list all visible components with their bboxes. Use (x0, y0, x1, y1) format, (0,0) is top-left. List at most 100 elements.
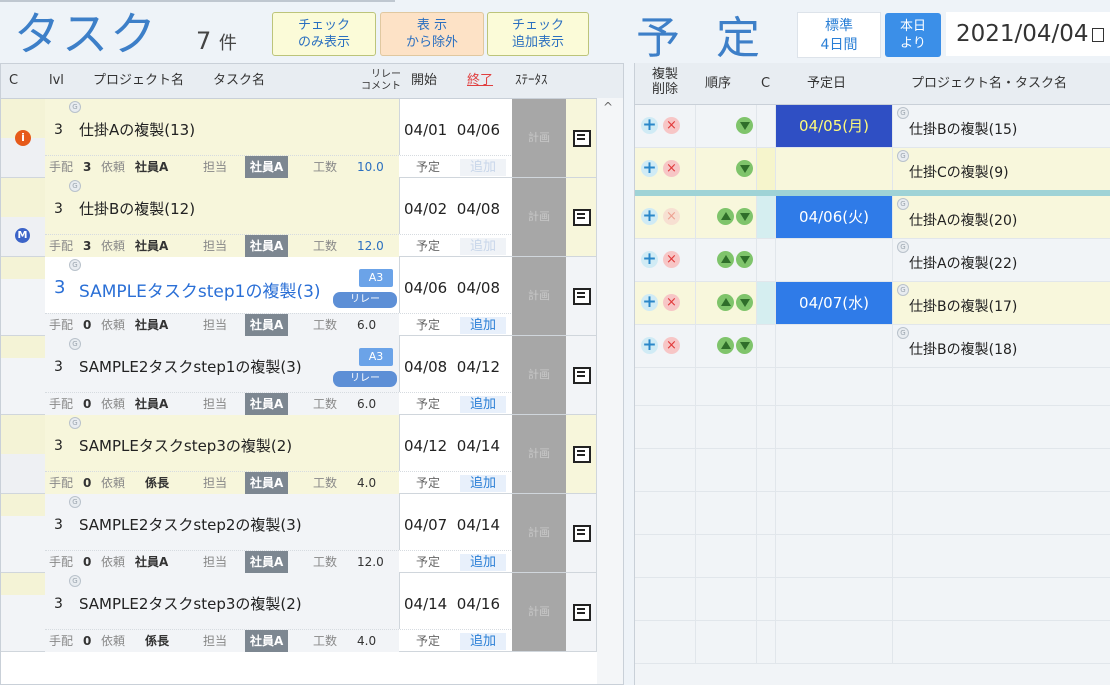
move-down-icon[interactable] (736, 251, 753, 268)
schedule-task-name[interactable]: 仕掛Cの複製(9) (909, 162, 1009, 182)
task-main-cell[interactable]: G 3 SAMPLE2タスクstep2の複製(3) (45, 494, 400, 550)
move-down-icon[interactable] (736, 160, 753, 177)
task-row[interactable]: G 3 SAMPLE2タスクstep3の複製(2) 手配 0 依頼 係長 担当 … (1, 573, 623, 652)
delete-x-icon[interactable]: × (663, 160, 680, 177)
name-cell[interactable]: G 仕掛Aの複製(22) (893, 239, 1110, 281)
delete-x-icon[interactable]: × (663, 251, 680, 268)
move-down-icon[interactable] (736, 117, 753, 134)
task-main-cell[interactable]: G 3 SAMPLEタスクstep1の複製(3) A3 リレー (45, 257, 400, 313)
delete-x-icon[interactable]: × (663, 337, 680, 354)
task-name[interactable]: SAMPLE2タスクstep1の複製(3) (79, 356, 302, 377)
task-main-cell[interactable]: G 3 SAMPLE2タスクstep3の複製(2) (45, 573, 400, 629)
col-end[interactable]: 終了 (467, 64, 493, 98)
standard-4days-button[interactable]: 標準 4日間 (797, 12, 881, 58)
check-cell[interactable] (757, 196, 776, 238)
task-name[interactable]: SAMPLE2タスクstep3の複製(2) (79, 593, 302, 614)
schedule-task-name[interactable]: 仕掛Bの複製(18) (909, 339, 1017, 359)
schedule-row[interactable]: + × G 仕掛Cの複製(9) (635, 148, 1110, 196)
move-down-icon[interactable] (736, 337, 753, 354)
relay-badge[interactable]: リレー (333, 292, 397, 308)
exclude-from-display-button[interactable]: 表 示から除外 (380, 12, 484, 56)
memo-cell[interactable] (566, 257, 597, 335)
move-up-icon[interactable] (717, 208, 734, 225)
schedule-task-name[interactable]: 仕掛Aの複製(20) (909, 210, 1017, 230)
delete-x-icon[interactable]: × (663, 208, 680, 225)
col-start[interactable]: 開始 (411, 64, 437, 98)
memo-icon[interactable] (573, 367, 591, 384)
status-cell[interactable]: 計画 (512, 257, 566, 335)
task-row[interactable]: G 3 SAMPLEタスクstep1の複製(3) A3 リレー 手配 0 依頼 … (1, 257, 623, 336)
add-button[interactable]: 追加 (460, 159, 506, 176)
move-up-icon[interactable] (717, 337, 734, 354)
status-cell[interactable]: 計画 (512, 178, 566, 256)
task-row[interactable]: G 3 SAMPLE2タスクstep1の複製(3) A3 リレー 手配 0 依頼… (1, 336, 623, 415)
from-today-button[interactable]: 本日 より (885, 13, 941, 57)
move-up-icon[interactable] (717, 251, 734, 268)
check-cell[interactable] (757, 148, 776, 190)
memo-icon[interactable] (573, 525, 591, 542)
name-cell[interactable]: G 仕掛Bの複製(17) (893, 282, 1110, 324)
schedule-task-name[interactable]: 仕掛Bの複製(17) (909, 296, 1017, 316)
task-main-cell[interactable]: G 3 SAMPLEタスクstep3の複製(2) (45, 415, 400, 471)
relay-badge[interactable]: リレー (333, 371, 397, 387)
duplicate-plus-icon[interactable]: + (641, 160, 658, 177)
schedule-task-name[interactable]: 仕掛Bの複製(15) (909, 119, 1017, 139)
move-up-icon[interactable] (717, 294, 734, 311)
status-cell[interactable]: 計画 (512, 494, 566, 572)
task-row[interactable]: i G 3 仕掛Aの複製(13) 手配 3 依頼 社員A 担当 社員A 工数 1… (1, 99, 623, 178)
schedule-task-name[interactable]: 仕掛Aの複製(22) (909, 253, 1017, 273)
add-button[interactable]: 追加 (460, 396, 506, 413)
schedule-row[interactable]: + × 04/06(火) G 仕掛Aの複製(20) (635, 196, 1110, 239)
memo-cell[interactable] (566, 494, 597, 572)
check-cell[interactable] (757, 239, 776, 281)
task-table-scrollbar[interactable]: ^ (597, 98, 623, 684)
check-cell[interactable] (757, 325, 776, 367)
memo-icon[interactable] (573, 209, 591, 226)
memo-cell[interactable] (566, 336, 597, 414)
calendar-icon[interactable] (1091, 28, 1104, 42)
add-button[interactable]: 追加 (460, 238, 506, 255)
status-cell[interactable]: 計画 (512, 415, 566, 493)
memo-cell[interactable] (566, 573, 597, 651)
task-row[interactable]: G 3 SAMPLEタスクstep3の複製(2) 手配 0 依頼 係長 担当 社… (1, 415, 623, 494)
add-button[interactable]: 追加 (460, 554, 506, 571)
duplicate-plus-icon[interactable]: + (641, 117, 658, 134)
duplicate-plus-icon[interactable]: + (641, 294, 658, 311)
task-name[interactable]: SAMPLEタスクstep1の複製(3) (79, 277, 321, 302)
status-cell[interactable]: 計画 (512, 573, 566, 651)
task-name[interactable]: SAMPLEタスクstep3の複製(2) (79, 435, 292, 456)
check-add-display-button[interactable]: チェック 追加表示 (487, 12, 589, 56)
name-cell[interactable]: G 仕掛Aの複製(20) (893, 196, 1110, 238)
memo-icon[interactable] (573, 446, 591, 463)
duplicate-plus-icon[interactable]: + (641, 337, 658, 354)
move-down-icon[interactable] (736, 294, 753, 311)
memo-cell[interactable] (566, 415, 597, 493)
memo-icon[interactable] (573, 130, 591, 147)
date-field[interactable]: 2021/04/04 (946, 12, 1110, 56)
check-cell[interactable] (757, 105, 776, 147)
m-mark-icon[interactable]: M (15, 228, 30, 243)
task-main-cell[interactable]: G 3 仕掛Aの複製(13) (45, 99, 400, 155)
name-cell[interactable]: G 仕掛Bの複製(18) (893, 325, 1110, 367)
memo-cell[interactable] (566, 99, 597, 177)
name-cell[interactable]: G 仕掛Bの複製(15) (893, 105, 1110, 147)
status-cell[interactable]: 計画 (512, 336, 566, 414)
memo-cell[interactable] (566, 178, 597, 256)
name-cell[interactable]: G 仕掛Cの複製(9) (893, 148, 1110, 190)
add-button[interactable]: 追加 (460, 317, 506, 334)
scroll-up-icon[interactable]: ^ (603, 100, 613, 114)
task-name[interactable]: 仕掛Aの複製(13) (79, 119, 195, 140)
schedule-row[interactable]: + × 04/07(水) G 仕掛Bの複製(17) (635, 282, 1110, 325)
task-main-cell[interactable]: G 3 SAMPLE2タスクstep1の複製(3) A3 リレー (45, 336, 400, 392)
schedule-row[interactable]: + × G 仕掛Aの複製(22) (635, 239, 1110, 282)
add-button[interactable]: 追加 (460, 475, 506, 492)
task-name[interactable]: SAMPLE2タスクstep2の複製(3) (79, 514, 302, 535)
status-cell[interactable]: 計画 (512, 99, 566, 177)
check-only-button[interactable]: チェック のみ表示 (272, 12, 376, 56)
task-main-cell[interactable]: G 3 仕掛Bの複製(12) (45, 178, 400, 234)
memo-icon[interactable] (573, 604, 591, 621)
delete-x-icon[interactable]: × (663, 294, 680, 311)
check-cell[interactable] (757, 282, 776, 324)
duplicate-plus-icon[interactable]: + (641, 251, 658, 268)
delete-x-icon[interactable]: × (663, 117, 680, 134)
